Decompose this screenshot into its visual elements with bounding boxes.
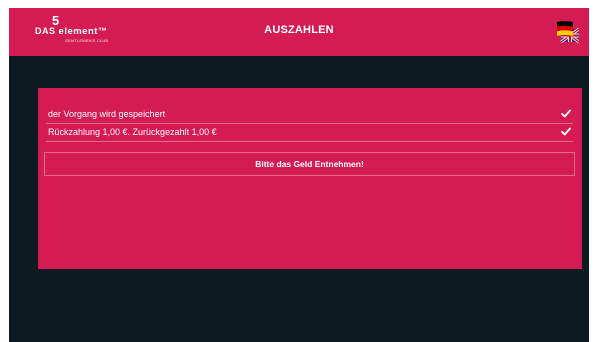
status-row-text: der Vorgang wird gespeichert [48, 109, 166, 119]
status-panel: der Vorgang wird gespeichert Rückzahlung… [38, 88, 582, 269]
take-money-message[interactable]: Bitte das Geld Entnehmen! [44, 152, 575, 176]
row-divider [46, 141, 573, 142]
page-title: AUSZAHLEN [264, 24, 334, 36]
header-bar: 5 DAS element™ GENTLEMEN'S CLUB AUSZAHLE… [9, 8, 589, 56]
status-row: der Vorgang wird gespeichert [46, 106, 573, 123]
status-row: Rückzahlung 1,00 €. Zurückgezahlt 1,00 € [46, 124, 573, 141]
check-icon [561, 127, 571, 138]
check-icon [561, 109, 571, 120]
app-frame: 5 DAS element™ GENTLEMEN'S CLUB AUSZAHLE… [9, 8, 589, 342]
logo-subtitle: GENTLEMEN'S CLUB [65, 38, 109, 43]
german-flag-icon[interactable] [555, 20, 580, 46]
status-row-text: Rückzahlung 1,00 €. Zurückgezahlt 1,00 € [48, 127, 217, 137]
